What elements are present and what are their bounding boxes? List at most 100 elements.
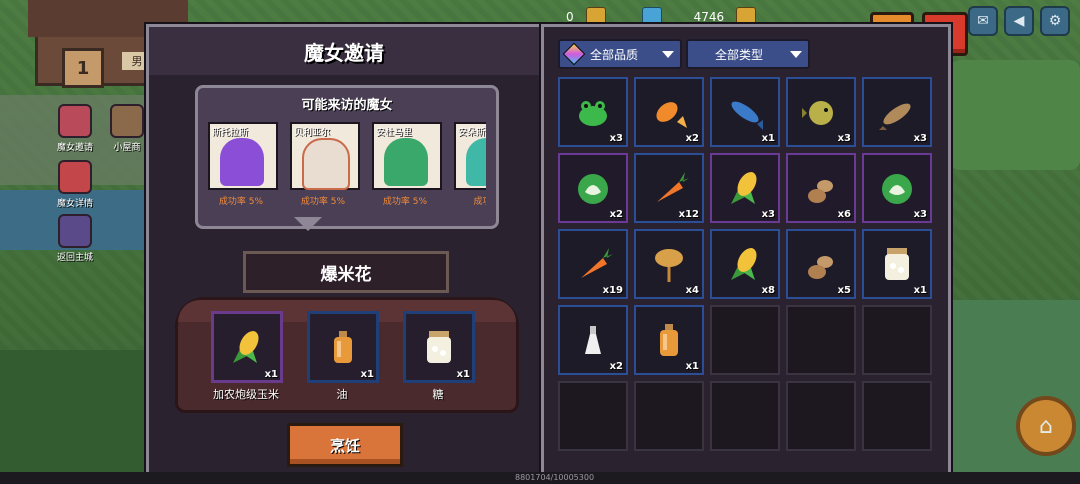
chevron-down-icon — [789, 50, 802, 58]
witch-success-rate: 成功率 5% — [300, 197, 346, 207]
currency2-value: 4746 — [693, 10, 725, 24]
inventory-slot[interactable]: x2 — [558, 305, 628, 375]
ingredient-slot[interactable]: x1 油 — [307, 311, 379, 402]
mail-icon[interactable]: ✉ — [968, 6, 998, 36]
inventory-slot-empty[interactable] — [862, 305, 932, 375]
witch-portrait: 斯托拉斯 — [208, 122, 278, 190]
currency1-value: 0 — [566, 10, 574, 24]
inventory-slot-empty[interactable] — [786, 381, 856, 451]
side-label: 魔女详情 — [56, 199, 93, 209]
inventory-slot[interactable]: x1 — [634, 305, 704, 375]
witch-detail-icon — [58, 160, 92, 194]
witch-card[interactable]: 斯托拉斯 成功率 5% — [208, 122, 278, 207]
witch-list[interactable]: 斯托拉斯 成功率 5% 贝利亚尔 成功率 5% 安杜马里 成功率 5% 安朵斯 … — [208, 122, 486, 222]
wheat-icon — [655, 249, 683, 282]
item-count: x1 — [761, 133, 775, 144]
ingredient-name: 油 — [336, 388, 348, 401]
ingredient-frame: x1 — [307, 311, 379, 383]
sugar-jar-icon — [427, 331, 451, 363]
inventory-slot-empty[interactable] — [786, 305, 856, 375]
tree-cluster-bottom — [0, 350, 150, 484]
potato-icon — [808, 180, 833, 203]
dish-name: 爆米花 — [243, 251, 449, 293]
inventory-slot[interactable]: x4 — [634, 229, 704, 299]
home-icon: ⌂ — [1039, 413, 1053, 439]
home-button[interactable]: ⌂ — [1016, 396, 1076, 456]
type-filter-dropdown[interactable]: 全部类型 — [686, 39, 810, 69]
quality-gem-icon — [562, 42, 586, 66]
inventory-slot-empty[interactable] — [558, 381, 628, 451]
inventory-slot[interactable]: x1 — [710, 77, 780, 147]
oil-bottle-icon — [334, 331, 352, 363]
witch-name: 安杜马里 — [376, 128, 413, 138]
cook-button[interactable]: 烹饪 — [287, 423, 403, 467]
quality-filter-dropdown[interactable]: 全部品质 — [558, 39, 682, 69]
witch-card[interactable]: 贝利亚尔 成功率 5% — [290, 122, 360, 207]
side-shop-button[interactable]: 小屋商 — [102, 104, 152, 153]
inventory-slot-empty[interactable] — [710, 381, 780, 451]
type-filter-label: 全部类型 — [714, 47, 763, 62]
inventory-slot[interactable]: x3 — [786, 77, 856, 147]
witch-face — [302, 138, 350, 190]
inventory-slot[interactable]: x3 — [862, 153, 932, 223]
witch-portrait: 安朵斯 — [454, 122, 486, 190]
side-label: 小屋商 — [113, 143, 141, 153]
brown-fish-icon — [879, 103, 911, 130]
sound-icon[interactable]: ◀ — [1004, 6, 1034, 36]
witch-success-rate: 成功率 — [473, 197, 486, 207]
inventory-slot[interactable]: x3 — [558, 77, 628, 147]
ingredient-frame: x1 — [211, 311, 283, 383]
inventory-slot[interactable]: x1 — [862, 229, 932, 299]
inventory-slot[interactable]: x2 — [558, 153, 628, 223]
side-label: 魔女邀请 — [56, 143, 93, 153]
item-count: x3 — [609, 133, 623, 144]
inventory-slot[interactable]: x5 — [786, 229, 856, 299]
inventory-slot[interactable]: x3 — [710, 153, 780, 223]
item-count: x3 — [837, 133, 851, 144]
witch-name: 贝利亚尔 — [294, 128, 331, 138]
inventory-slot[interactable]: x3 — [862, 77, 932, 147]
carrot-icon — [581, 248, 613, 278]
tree-cluster-right — [950, 60, 1080, 170]
item-count: x4 — [685, 285, 699, 296]
corner-icons: ✉ ◀ ⚙ — [968, 6, 1070, 36]
ingredient-slot[interactable]: x1 加农炮级玉米 — [211, 311, 283, 402]
possible-visitors-title: 可能来访的魔女 — [301, 98, 393, 113]
inventory-slot[interactable]: x2 — [634, 77, 704, 147]
possible-visitors-box: 可能来访的魔女 斯托拉斯 成功率 5% 贝利亚尔 成功率 5% 安杜马里 成功率… — [195, 85, 499, 229]
blue-fish-icon — [731, 101, 763, 130]
inventory-slot[interactable]: x12 — [634, 153, 704, 223]
item-count: x3 — [913, 133, 927, 144]
item-count: x12 — [678, 209, 699, 220]
corn-icon — [233, 331, 259, 363]
chevron-down-icon — [662, 50, 674, 58]
goldfish-icon — [656, 102, 687, 128]
quality-filter-label: 全部品质 — [590, 47, 639, 62]
side-witch-detail-button[interactable]: 魔女详情 — [50, 160, 100, 209]
witch-invite-panel: 魔女邀请 可能来访的魔女 斯托拉斯 成功率 5% 贝利亚尔 成功率 5% 安杜马… — [146, 24, 542, 478]
inventory-slot-empty[interactable] — [862, 381, 932, 451]
inventory-slot[interactable]: x8 — [710, 229, 780, 299]
witch-card[interactable]: 安朵斯 成功率 — [454, 122, 486, 207]
pufferfish-icon — [802, 101, 833, 125]
side-return-button[interactable]: 返回主城 — [50, 214, 100, 263]
witch-card[interactable]: 安杜马里 成功率 5% — [372, 122, 442, 207]
inventory-slot[interactable]: x6 — [786, 153, 856, 223]
item-count: x2 — [609, 209, 623, 220]
cabbage-icon — [578, 174, 608, 204]
cabbage-icon — [882, 174, 912, 204]
inventory-panel: 全部品质 全部类型 x3 x2 x1 x3 x3 x2 x12 x3 x6 x3 x19 x4 x8 x5… — [541, 24, 951, 478]
ingredient-slot[interactable]: x1 糖 — [403, 311, 475, 402]
sugar-jar-icon — [885, 248, 909, 280]
item-count: x3 — [913, 209, 927, 220]
inventory-slot-empty[interactable] — [634, 381, 704, 451]
item-count: x3 — [761, 209, 775, 220]
settings-gear-icon[interactable]: ⚙ — [1040, 6, 1070, 36]
inventory-slot-empty[interactable] — [710, 305, 780, 375]
shop-icon — [110, 104, 144, 138]
item-count: x19 — [602, 285, 623, 296]
witch-success-rate: 成功率 5% — [218, 197, 264, 207]
inventory-slot[interactable]: x19 — [558, 229, 628, 299]
side-witch-invite-button[interactable]: 魔女邀请 — [50, 104, 100, 153]
witch-portrait: 贝利亚尔 — [290, 122, 360, 190]
